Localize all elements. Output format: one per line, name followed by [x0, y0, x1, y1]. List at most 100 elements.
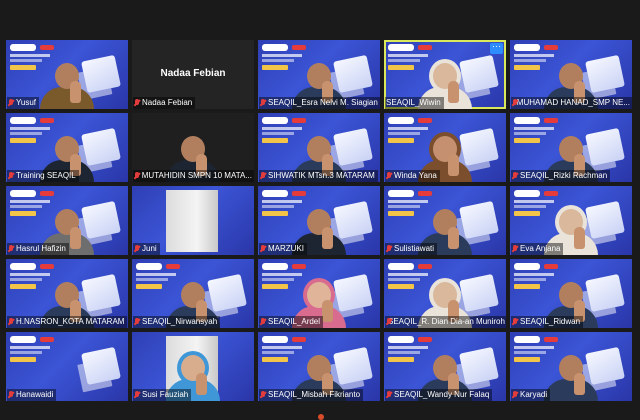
participant-tile[interactable]: SEAQIL_Nirwansyah	[132, 259, 254, 328]
virtual-background-badge	[388, 138, 414, 143]
virtual-background-stripe2	[388, 351, 420, 354]
participant-name: Training SEAQIL	[16, 171, 76, 180]
participant-name-label: Juni	[133, 243, 160, 255]
participant-tile[interactable]: ··· SEAQIL_Wiwin	[384, 40, 506, 109]
participant-tile[interactable]: Juni	[132, 186, 254, 255]
participant-tile[interactable]: MUTAHIDIN SMPN 10 MATA...	[132, 113, 254, 182]
virtual-background-badge	[388, 211, 414, 216]
participant-tile[interactable]: SEAQIL_Ridwan	[510, 259, 632, 328]
hand	[448, 81, 459, 103]
virtual-background-logo	[514, 44, 558, 51]
participant-tile[interactable]: SEAQIL_Misbah Fikrianto	[258, 332, 380, 401]
participant-name: SEAQIL_Wandy Nur Falaq	[394, 390, 490, 399]
virtual-background-gadget	[81, 346, 121, 386]
participant-name: SEAQIL_Ridwan	[520, 317, 581, 326]
participant-tile[interactable]: Susi Fauziah	[132, 332, 254, 401]
virtual-background-logo	[10, 44, 54, 51]
virtual-background-logo	[514, 190, 558, 197]
recording-indicator	[318, 414, 324, 420]
mic-muted-icon	[134, 318, 140, 326]
virtual-background-badge	[388, 284, 414, 289]
virtual-background-stripe2	[514, 351, 546, 354]
virtual-background-badge	[514, 284, 540, 289]
participant-name: SEAQIL_Nirwansyah	[142, 317, 218, 326]
mic-muted-icon	[386, 391, 392, 399]
participant-tile[interactable]: SEAQIL_Rizki Rachman	[510, 113, 632, 182]
mic-muted-icon	[512, 318, 518, 326]
hand	[448, 154, 459, 176]
mic-muted-icon	[8, 245, 14, 253]
participant-name-label: MARZUKI	[259, 243, 307, 255]
participant-name: Nadaa Febian	[142, 98, 193, 107]
virtual-background-stripe	[262, 273, 302, 276]
participant-tile[interactable]: MUHAMAD HANAD_SMP NE...	[510, 40, 632, 109]
virtual-background-badge	[262, 211, 288, 216]
virtual-background-badge	[262, 357, 288, 362]
mic-muted-icon	[8, 318, 14, 326]
virtual-background-stripe2	[388, 59, 420, 62]
participant-video	[40, 63, 94, 109]
virtual-background-logo	[514, 263, 558, 270]
participant-tile[interactable]: Sulistiawati	[384, 186, 506, 255]
mic-muted-icon	[512, 245, 518, 253]
virtual-background-logo	[514, 336, 558, 343]
participant-name: Yusuf	[16, 98, 37, 107]
hand	[448, 227, 459, 249]
mic-muted-icon	[512, 172, 518, 180]
virtual-background-stripe	[514, 200, 554, 203]
participant-tile[interactable]: H.NASRON_KOTA MATARAM	[6, 259, 128, 328]
virtual-background-stripe2	[388, 132, 420, 135]
participant-tile[interactable]: Eva Anjana	[510, 186, 632, 255]
more-options-button[interactable]: ···	[490, 42, 503, 54]
participant-tile[interactable]: Training SEAQIL	[6, 113, 128, 182]
virtual-background-stripe2	[262, 59, 294, 62]
participant-tile[interactable]: SEAQIL_Wandy Nur Falaq	[384, 332, 506, 401]
virtual-background-logo	[388, 263, 432, 270]
virtual-background-stripe2	[262, 351, 294, 354]
participant-name: SEAQIL_Rizki Rachman	[520, 171, 608, 180]
mic-muted-icon	[134, 172, 140, 180]
participant-name: MUTAHIDIN SMPN 10 MATA...	[141, 171, 252, 180]
virtual-background-logo	[262, 190, 306, 197]
virtual-background-stripe2	[514, 278, 546, 281]
participant-name: SIHWATIK MTsn.3 MATARAM	[268, 171, 375, 180]
participant-name: H.NASRON_KOTA MATARAM	[16, 317, 125, 326]
participant-tile[interactable]: Karyadi	[510, 332, 632, 401]
virtual-background-stripe	[262, 127, 302, 130]
mic-muted-icon	[134, 99, 140, 107]
hand	[322, 300, 333, 322]
participant-name: SEAQIL_Misbah Fikrianto	[268, 390, 361, 399]
participant-tile[interactable]: Winda Yana	[384, 113, 506, 182]
participant-tile[interactable]: SIHWATIK MTsn.3 MATARAM	[258, 113, 380, 182]
participant-name-label: Yusuf	[7, 97, 40, 109]
virtual-background-badge	[10, 357, 36, 362]
virtual-background-badge	[388, 357, 414, 362]
participant-tile[interactable]: Nadaa Febian Nadaa Febian	[132, 40, 254, 109]
participant-tile[interactable]: Hasrul Hafizin	[6, 186, 128, 255]
participant-tile[interactable]: SEAQIL_R. Dian Dia-an Muniroh	[384, 259, 506, 328]
virtual-background-stripe	[10, 273, 50, 276]
participant-tile[interactable]: SEAQIL_Ardel	[258, 259, 380, 328]
mic-muted-icon	[8, 99, 14, 107]
virtual-background-logo	[514, 117, 558, 124]
virtual-background-stripe2	[388, 278, 420, 281]
virtual-background-badge	[136, 284, 162, 289]
participant-tile[interactable]: MARZUKI	[258, 186, 380, 255]
participant-tile[interactable]: Hanawaidi	[6, 332, 128, 401]
participant-video	[544, 355, 598, 401]
participant-name: MARZUKI	[268, 244, 304, 253]
participant-tile[interactable]: Yusuf	[6, 40, 128, 109]
participant-name-label: SEAQIL_R. Dian Dia-an Muniroh	[385, 316, 506, 328]
virtual-background-stripe	[388, 200, 428, 203]
hand	[574, 373, 585, 395]
participant-tile[interactable]: SEAQIL_Esra Nelvi M. Siagian	[258, 40, 380, 109]
participant-name-label: SEAQIL_Misbah Fikrianto	[259, 389, 364, 401]
mic-muted-icon	[260, 318, 266, 326]
participant-name: Karyadi	[520, 390, 548, 399]
participant-center-name: Nadaa Febian	[160, 68, 226, 79]
virtual-background-stripe2	[10, 278, 42, 281]
virtual-background-logo	[388, 117, 432, 124]
participant-name: Hasrul Hafizin	[16, 244, 66, 253]
virtual-background-stripe	[514, 54, 554, 57]
mic-muted-icon	[134, 391, 140, 399]
